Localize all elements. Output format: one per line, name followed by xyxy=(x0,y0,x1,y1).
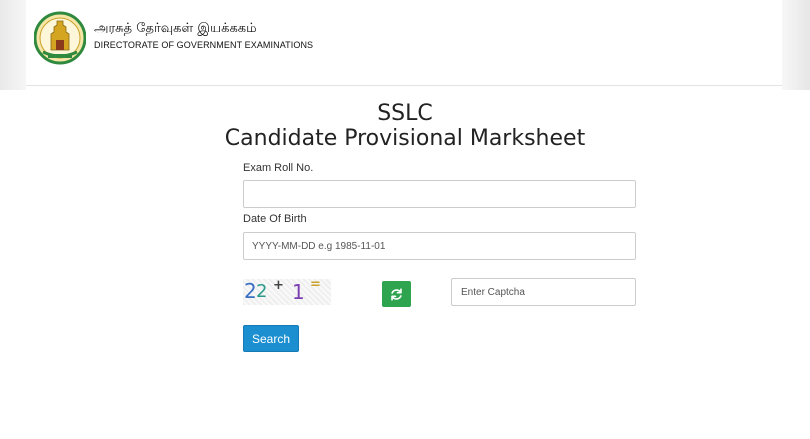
page: அரசுத் தேர்வுகள் இயக்ககம் DIRECTORATE OF… xyxy=(0,0,810,439)
captcha-image: 2 2 + 1 = xyxy=(243,277,331,305)
captcha-char: 1 xyxy=(292,280,305,304)
tamil-nadu-emblem-icon xyxy=(34,11,86,65)
page-title-exam: SSLC xyxy=(377,101,433,126)
left-shade xyxy=(0,0,26,90)
site-header: அரசுத் தேர்வுகள் இயக்ககம் DIRECTORATE OF… xyxy=(26,0,782,86)
department-name-tamil: அரசுத் தேர்வுகள் இயக்ககம் xyxy=(94,21,257,36)
refresh-captcha-button[interactable] xyxy=(382,281,411,307)
captcha-char: 2 xyxy=(244,279,257,303)
dob-label: Date Of Birth xyxy=(243,213,307,225)
captcha-char: = xyxy=(310,277,321,292)
roll-number-label: Exam Roll No. xyxy=(243,162,314,174)
captcha-input[interactable] xyxy=(451,278,636,306)
captcha-char: + xyxy=(273,278,284,293)
right-shade xyxy=(782,0,810,90)
roll-number-input[interactable] xyxy=(243,180,636,208)
refresh-icon xyxy=(391,287,402,301)
department-name-english: DIRECTORATE OF GOVERNMENT EXAMINATIONS xyxy=(94,40,314,50)
page-title: Candidate Provisional Marksheet xyxy=(224,126,586,151)
dob-input[interactable] xyxy=(243,232,636,260)
search-button[interactable]: Search xyxy=(243,325,299,352)
captcha-char: 2 xyxy=(256,281,268,302)
